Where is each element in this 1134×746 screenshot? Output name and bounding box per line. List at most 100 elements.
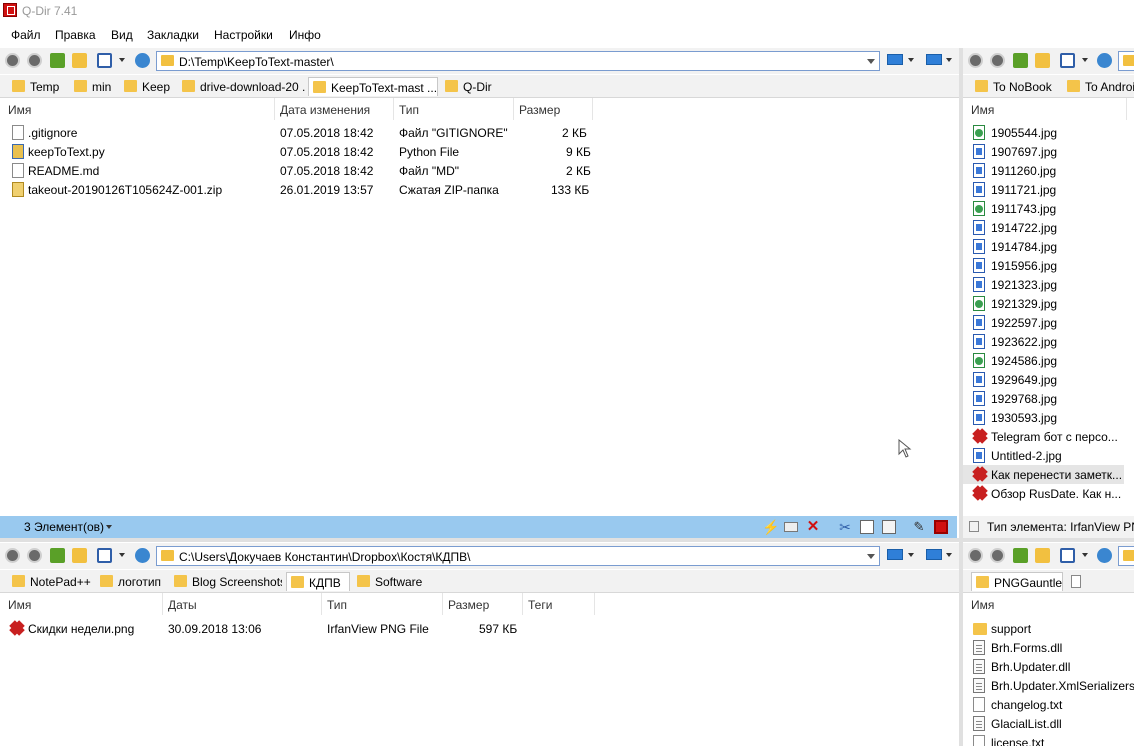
menu-settings[interactable]: Настройки [214, 28, 273, 42]
tab-min[interactable]: min [70, 77, 118, 96]
tab-to-android[interactable]: To Android [1063, 77, 1134, 96]
forward-icon[interactable] [27, 548, 42, 563]
tab-keeptotext[interactable]: KeepToText-mast ... [308, 77, 438, 96]
address-bar[interactable] [1118, 546, 1134, 566]
column-size[interactable]: Размер [448, 598, 489, 612]
list-item[interactable]: 1914722.jpg [963, 218, 1134, 237]
paste-icon[interactable] [882, 520, 896, 534]
tab-to-nobook[interactable]: To NoBook [971, 77, 1063, 96]
up-folder-icon[interactable] [1013, 548, 1028, 563]
view-mode-icon[interactable] [97, 53, 112, 68]
new-folder-icon[interactable] [72, 548, 87, 563]
close-pane-icon[interactable] [934, 520, 948, 534]
column-separator[interactable] [274, 98, 275, 120]
monitor-icon[interactable] [887, 54, 903, 65]
list-item[interactable]: license.txt [963, 733, 1134, 746]
refresh-icon[interactable] [135, 53, 150, 68]
forward-icon[interactable] [27, 53, 42, 68]
column-separator[interactable] [321, 593, 322, 615]
list-item[interactable]: Как перенести заметк... [963, 465, 1124, 484]
list-item[interactable]: 1911260.jpg [963, 161, 1134, 180]
menu-view[interactable]: Вид [111, 28, 133, 42]
list-item[interactable]: Обзор RusDate. Как н... [963, 484, 1134, 503]
back-icon[interactable] [5, 548, 20, 563]
table-row[interactable]: keepToText.py 07.05.2018 18:42 Python Fi… [0, 142, 959, 161]
list-item[interactable]: 1914784.jpg [963, 237, 1134, 256]
list-item[interactable]: GlacialList.dll [963, 714, 1134, 733]
column-separator[interactable] [162, 593, 163, 615]
back-icon[interactable] [968, 548, 983, 563]
tab-notepadpp[interactable]: NotePad++ [8, 572, 92, 591]
chevron-down-icon[interactable] [946, 553, 952, 557]
chevron-down-icon[interactable] [867, 59, 875, 64]
list-item[interactable]: 1929768.jpg [963, 389, 1134, 408]
new-folder-icon[interactable] [72, 53, 87, 68]
table-row[interactable]: .gitignore 07.05.2018 18:42 Файл "GITIGN… [0, 123, 959, 142]
chevron-down-icon[interactable] [867, 554, 875, 559]
column-name[interactable]: Имя [971, 103, 994, 117]
chevron-down-icon[interactable] [1082, 553, 1088, 557]
column-separator[interactable] [393, 98, 394, 120]
list-item[interactable]: 1911721.jpg [963, 180, 1134, 199]
list-item[interactable]: Brh.Forms.dll [963, 638, 1134, 657]
tab-qdir[interactable]: Q-Dir [441, 77, 501, 96]
table-row[interactable]: Скидки недели.png 30.09.2018 13:06 Irfan… [0, 619, 959, 638]
list-item[interactable]: Untitled-2.jpg [963, 446, 1134, 465]
new-folder-icon[interactable] [1035, 53, 1050, 68]
cut-icon[interactable]: ✂ [838, 520, 852, 534]
tab-blog-screenshots[interactable]: Blog Screenshots [170, 572, 282, 591]
column-tags[interactable]: Теги [528, 598, 552, 612]
list-item[interactable]: 1923622.jpg [963, 332, 1134, 351]
column-date[interactable]: Дата изменения [280, 103, 370, 117]
address-bar[interactable]: D:\Temp\KeepToText-master\ [156, 51, 880, 71]
address-bar[interactable] [1118, 51, 1134, 71]
column-type[interactable]: Тип [327, 598, 347, 612]
pane-splitter-horizontal[interactable] [0, 538, 1134, 542]
refresh-icon[interactable] [1097, 548, 1112, 563]
address-bar[interactable]: C:\Users\Докучаев Константин\Dropbox\Кос… [156, 546, 880, 566]
column-separator[interactable] [592, 98, 593, 120]
list-item[interactable]: 1930593.jpg [963, 408, 1134, 427]
list-item[interactable]: 1907697.jpg [963, 142, 1134, 161]
view-mode-icon[interactable] [1060, 53, 1075, 68]
column-separator[interactable] [594, 593, 595, 615]
chevron-down-icon[interactable] [119, 553, 125, 557]
column-separator[interactable] [442, 593, 443, 615]
copy-icon[interactable] [860, 520, 874, 534]
monitor-icon[interactable] [887, 549, 903, 560]
menu-edit[interactable]: Правка [55, 28, 96, 42]
list-item[interactable]: 1905544.jpg [963, 123, 1134, 142]
rename-icon[interactable] [784, 522, 798, 532]
view-mode-icon[interactable] [1060, 548, 1075, 563]
column-name[interactable]: Имя [8, 103, 31, 117]
menu-info[interactable]: Инфо [289, 28, 321, 42]
refresh-icon[interactable] [135, 548, 150, 563]
forward-icon[interactable] [990, 548, 1005, 563]
tab-software[interactable]: Software [353, 572, 425, 591]
column-separator[interactable] [1126, 98, 1127, 120]
delete-icon[interactable]: ✕ [806, 519, 820, 534]
table-row[interactable]: takeout-20190126T105624Z-001.zip 26.01.2… [0, 180, 959, 199]
list-item[interactable]: changelog.txt [963, 695, 1134, 714]
up-folder-icon[interactable] [1013, 53, 1028, 68]
column-name[interactable]: Имя [8, 598, 31, 612]
up-folder-icon[interactable] [50, 548, 65, 563]
monitor-icon[interactable] [926, 54, 942, 65]
tab-pnggauntlet[interactable]: PNGGauntlet [971, 572, 1063, 591]
refresh-icon[interactable] [1097, 53, 1112, 68]
column-name[interactable]: Имя [971, 598, 994, 612]
list-item[interactable]: support [963, 619, 1134, 638]
column-type[interactable]: Тип [399, 103, 419, 117]
list-item[interactable]: 1911743.jpg [963, 199, 1134, 218]
table-row[interactable]: README.md 07.05.2018 18:42 Файл "MD" 2 К… [0, 161, 959, 180]
edit-icon[interactable]: ✎ [912, 520, 926, 534]
new-folder-icon[interactable] [1035, 548, 1050, 563]
tab-logo[interactable]: логотип [96, 572, 166, 591]
monitor-icon[interactable] [926, 549, 942, 560]
menu-bookmarks[interactable]: Закладки [147, 28, 199, 42]
menu-file[interactable]: Файл [11, 28, 41, 42]
column-separator[interactable] [522, 593, 523, 615]
column-date[interactable]: Даты [168, 598, 197, 612]
column-separator[interactable] [513, 98, 514, 120]
tab-temp[interactable]: Temp [8, 77, 68, 96]
